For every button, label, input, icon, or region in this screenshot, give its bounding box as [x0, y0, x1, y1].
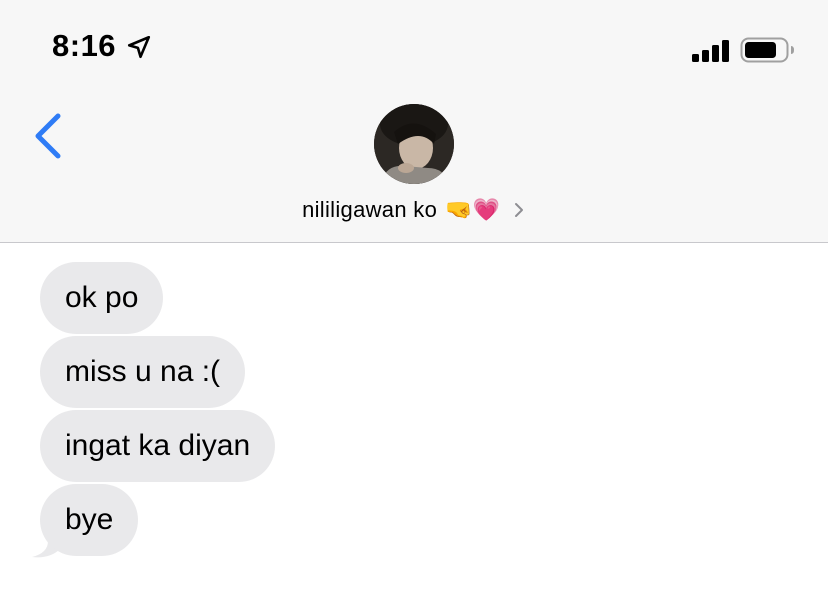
contact-name: nililigawan ko [302, 197, 438, 222]
conversation-header: 8:16 nililigawan ko 🤜💗 [0, 0, 828, 243]
status-time: 8:16 [52, 28, 117, 63]
message-bubble[interactable]: bye [40, 484, 139, 556]
message-thread[interactable]: ok po miss u na :( ingat ka diyan bye [0, 243, 828, 599]
contact-emoji: 🤜💗 [445, 197, 500, 222]
chevron-right-icon [514, 203, 523, 217]
contact-info-button[interactable]: nililigawan ko 🤜💗 [0, 190, 828, 230]
back-button[interactable] [28, 108, 72, 164]
avatar-photo [374, 104, 454, 184]
location-arrow-icon [127, 35, 151, 59]
battery-icon [740, 37, 794, 63]
message-bubble[interactable]: ingat ka diyan [40, 410, 276, 482]
contact-avatar[interactable] [374, 104, 454, 184]
message-bubble[interactable]: ok po [40, 262, 164, 334]
cellular-signal-icon [692, 40, 729, 62]
message-bubble[interactable]: miss u na :( [40, 336, 246, 408]
